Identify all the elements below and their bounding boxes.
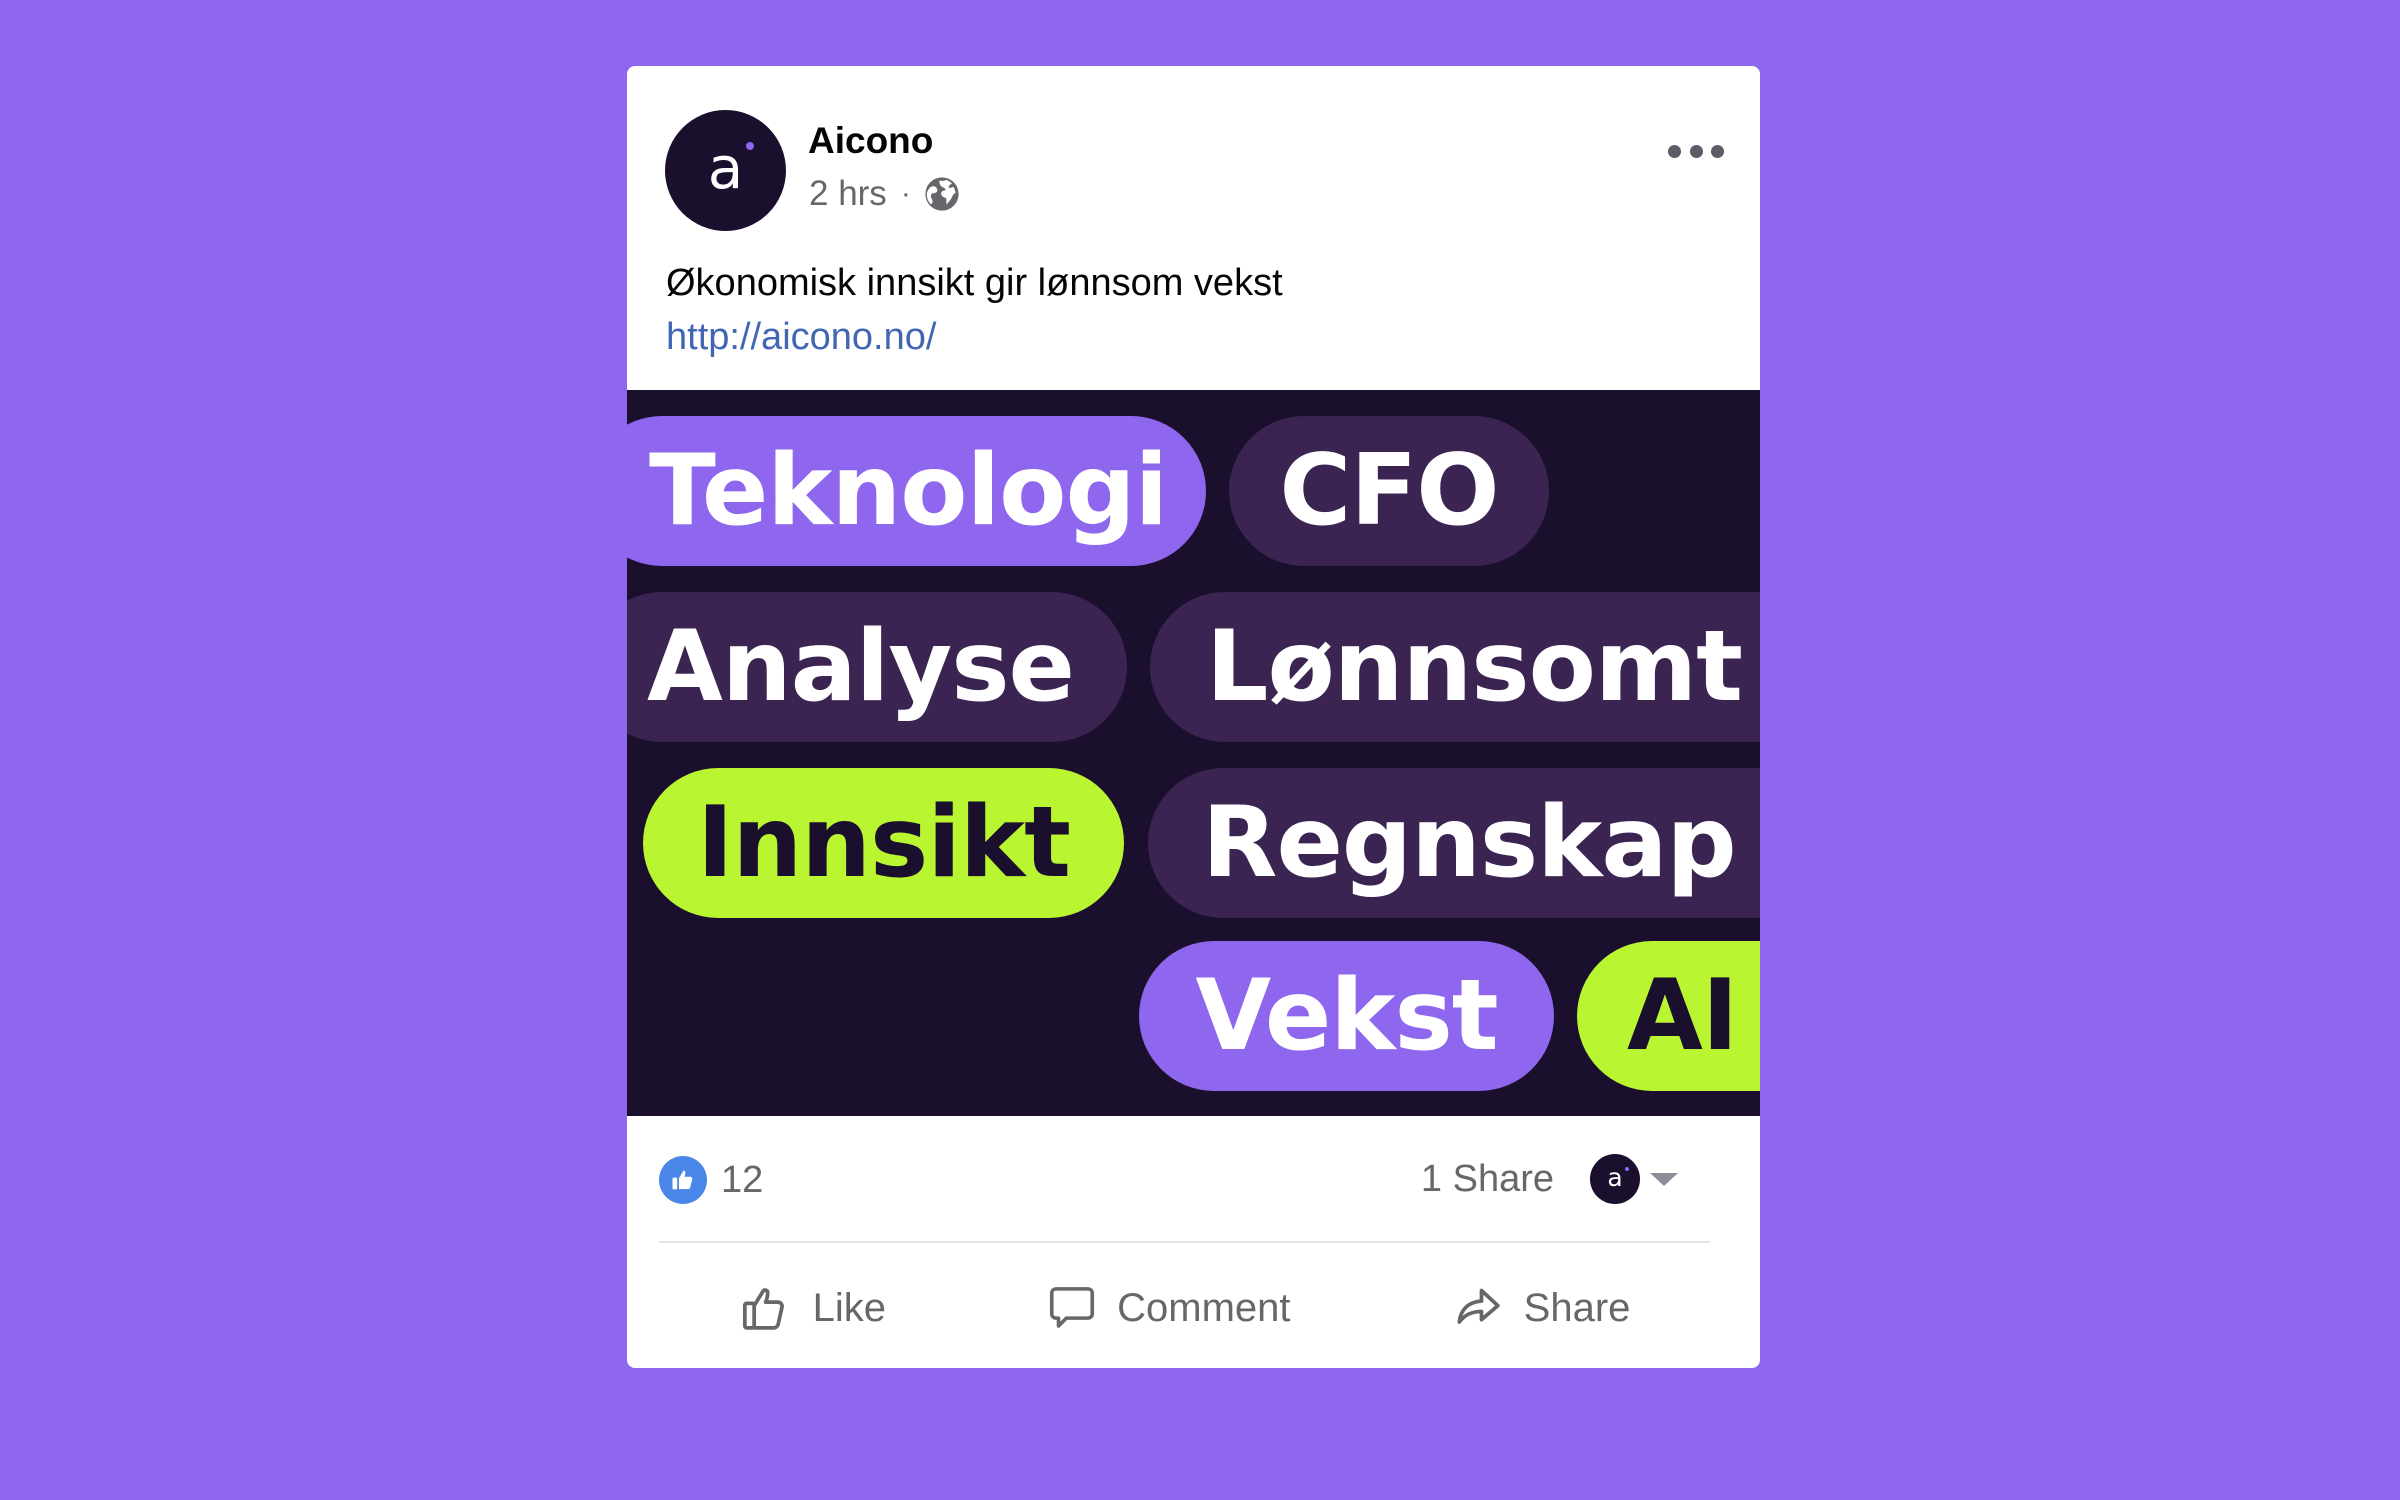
reactions-summary[interactable]: 12 (659, 1156, 763, 1204)
image-pill-lonnsomt: Lønnsomt (1150, 592, 1760, 742)
more-options-icon (1689, 144, 1703, 158)
post-image[interactable]: Teknologi CFO Analyse Lønnsomt Innsikt R… (627, 390, 1760, 1116)
facebook-post-card: a Aicono 2 hrs · Økonomisk innsikt gir l… (627, 66, 1760, 1368)
share-button[interactable]: Share (1450, 1280, 1631, 1336)
comment-label: Comment (1117, 1285, 1291, 1330)
comment-button[interactable]: Comment (1045, 1281, 1291, 1335)
post-meta: 2 hrs · (809, 174, 961, 214)
post-timestamp[interactable]: 2 hrs (809, 174, 887, 214)
comment-icon (1050, 1287, 1095, 1328)
image-pill-analyse: Analyse (627, 592, 1127, 742)
share-label: Share (1523, 1285, 1631, 1330)
post-as-avatar[interactable]: a (1590, 1154, 1640, 1204)
image-pill-teknologi: Teknologi (627, 416, 1206, 566)
like-reaction-icon (659, 1156, 707, 1204)
logo-dot (1625, 1167, 1629, 1171)
more-options-button[interactable] (1668, 136, 1724, 166)
thumbs-up-outline-icon (742, 1288, 784, 1330)
chevron-down-icon[interactable] (1650, 1172, 1678, 1186)
image-pill-cfo: CFO (1229, 416, 1549, 566)
share-arrow-icon (1457, 1288, 1500, 1324)
thumbs-up-icon (672, 1170, 693, 1190)
image-pill-vekst: Vekst (1139, 941, 1554, 1091)
reactions-count: 12 (721, 1158, 764, 1201)
meta-separator: · (900, 177, 911, 210)
like-button[interactable]: Like (739, 1280, 886, 1336)
image-pill-innsikt: Innsikt (643, 768, 1124, 918)
post-link[interactable]: http://aicono.no/ (666, 310, 936, 364)
aicono-logo-icon: a (1607, 1163, 1623, 1192)
page-avatar[interactable]: a (665, 110, 786, 231)
shares-summary: 1 Share a (1421, 1154, 1678, 1204)
more-options-icon (1711, 144, 1724, 158)
aicono-logo-icon: a (707, 133, 744, 202)
post-actions-bar: Like Comment Share (659, 1248, 1710, 1368)
page-name-link[interactable]: Aicono (808, 120, 933, 162)
divider (659, 1241, 1710, 1243)
globe-icon[interactable] (923, 175, 961, 213)
like-label: Like (812, 1285, 886, 1330)
post-text: Økonomisk innsikt gir lønnsom vekst (666, 262, 1283, 304)
shares-count-link[interactable]: 1 Share (1421, 1158, 1554, 1201)
more-options-icon (1668, 144, 1681, 158)
image-pill-regnskap: Regnskap (1148, 768, 1760, 918)
image-pill-ai: AI (1577, 941, 1760, 1091)
logo-dot (746, 142, 754, 150)
